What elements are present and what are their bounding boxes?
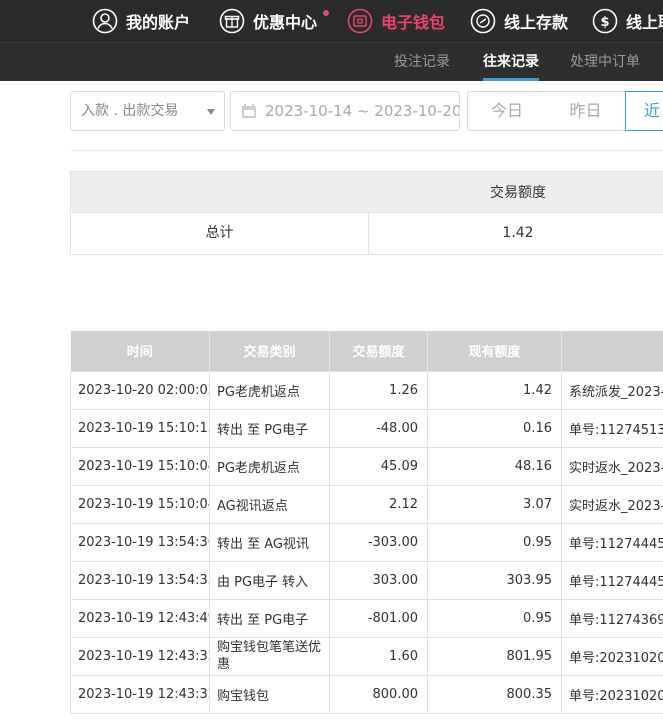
cell-type: PG老虎机返点 xyxy=(209,370,330,410)
cell-balance: 0.16 xyxy=(427,408,562,448)
deposit-icon xyxy=(470,8,496,34)
nav-e-wallet[interactable]: 电子钱包 xyxy=(347,0,445,42)
table-row: 2023-10-19 12:43:32 购宝钱包笔笔送优惠 1.60 801.9… xyxy=(70,636,663,676)
tab-bet-records[interactable]: 投注记录 xyxy=(394,43,450,81)
cell-remark: 系统派发_2023- xyxy=(561,370,663,410)
cell-time: 2023-10-19 12:43:32 xyxy=(70,674,210,714)
cell-amount: 1.26 xyxy=(329,370,428,410)
header-time: 时间 xyxy=(70,331,210,371)
cell-remark: 单号:20231020 xyxy=(561,674,663,714)
nav-e-wallet-label: 电子钱包 xyxy=(381,13,446,32)
nav-my-account-label: 我的账户 xyxy=(126,13,191,32)
table-row: 2023-10-19 12:43:32 购宝钱包 800.00 800.35 单… xyxy=(70,674,663,714)
cell-balance: 1.42 xyxy=(427,370,562,410)
summary-table: 交易额度 总计 1.42 xyxy=(70,171,663,255)
cell-time: 2023-10-19 13:54:36 xyxy=(70,522,210,562)
table-row: 2023-10-19 13:54:36 转出 至 AG视讯 -303.00 0.… xyxy=(70,522,663,562)
cell-amount: 2.12 xyxy=(329,484,428,524)
table-header-row: 时间 交易类别 交易额度 现有额度 xyxy=(70,331,663,371)
cell-amount: -48.00 xyxy=(329,408,428,448)
nav-my-account[interactable]: 我的账户 xyxy=(92,0,190,42)
withdraw-icon: $ xyxy=(592,8,618,34)
cell-balance: 801.95 xyxy=(427,636,562,676)
caret-down-icon xyxy=(207,109,215,115)
cell-type: 转出 至 AG视讯 xyxy=(209,522,330,562)
cell-remark: 单号:11274445 xyxy=(561,522,663,562)
svg-text:$: $ xyxy=(600,15,609,30)
nav-online-deposit[interactable]: 线上存款 xyxy=(470,0,568,42)
cell-remark: 实时返水_2023- xyxy=(561,446,663,486)
cell-time: 2023-10-19 13:54:35 xyxy=(70,560,210,600)
cell-time: 2023-10-19 15:10:04 xyxy=(70,446,210,486)
date-range-value: 2023-10-14 ~ 2023-10-20 xyxy=(265,102,460,120)
header-balance: 现有额度 xyxy=(427,331,562,371)
cell-balance: 0.95 xyxy=(427,522,562,562)
header-type: 交易类别 xyxy=(209,331,330,371)
cell-balance: 800.35 xyxy=(427,674,562,714)
cell-type: 由 PG电子 转入 xyxy=(209,560,330,600)
cell-remark: 单号:11274445 xyxy=(561,560,663,600)
cell-time: 2023-10-19 15:10:13 xyxy=(70,408,210,448)
nav-online-withdraw-label: 线上取 xyxy=(626,13,663,32)
summary-header-label: 交易额度 xyxy=(490,185,546,201)
table-row: 2023-10-19 15:10:04 PG老虎机返点 45.09 48.16 … xyxy=(70,446,663,486)
cell-type: 购宝钱包 xyxy=(209,674,330,714)
nav-promotions-label: 优惠中心 xyxy=(253,13,318,32)
transactions-table: 时间 交易类别 交易额度 现有额度 2023-10-20 02:00:02 PG… xyxy=(70,331,663,714)
tab-transaction-records[interactable]: 往来记录 xyxy=(483,43,539,81)
sub-nav: 投注记录 往来记录 处理中订单 xyxy=(0,42,663,81)
nav-promotions[interactable]: 优惠中心 xyxy=(219,0,317,42)
cell-amount: 45.09 xyxy=(329,446,428,486)
cell-time: 2023-10-19 12:43:32 xyxy=(70,636,210,676)
nav-online-withdraw[interactable]: $ 线上取 xyxy=(592,0,663,42)
cell-type: AG视讯返点 xyxy=(209,484,330,524)
cell-remark: 单号:20231020 xyxy=(561,636,663,676)
cell-time: 2023-10-19 12:43:49 xyxy=(70,598,210,638)
cell-amount: 1.60 xyxy=(329,636,428,676)
divider xyxy=(70,150,663,151)
cell-amount: 800.00 xyxy=(329,674,428,714)
header-remark xyxy=(561,331,663,371)
quick-recent-button[interactable]: 近 xyxy=(625,91,663,131)
cell-balance: 0.95 xyxy=(427,598,562,638)
transaction-type-value: 入款 . 出款交易 xyxy=(81,103,179,119)
table-row: 2023-10-19 12:43:49 转出 至 PG电子 -801.00 0.… xyxy=(70,598,663,638)
cell-remark: 实时返水_2023- xyxy=(561,484,663,524)
user-icon xyxy=(92,8,118,34)
cell-balance: 303.95 xyxy=(427,560,562,600)
summary-total-label: 总计 xyxy=(71,213,369,254)
summary-header: 交易额度 xyxy=(70,171,663,213)
nav-online-deposit-label: 线上存款 xyxy=(504,13,569,32)
wallet-icon xyxy=(347,8,373,34)
gift-icon xyxy=(219,8,245,34)
tab-pending-orders[interactable]: 处理中订单 xyxy=(570,43,640,81)
summary-total-row: 总计 1.42 xyxy=(70,213,663,255)
table-row: 2023-10-19 13:54:35 由 PG电子 转入 303.00 303… xyxy=(70,560,663,600)
summary-total-value: 1.42 xyxy=(502,225,534,241)
cell-amount: -303.00 xyxy=(329,522,428,562)
promotions-badge-dot xyxy=(323,10,329,16)
cell-remark: 单号:11274513 xyxy=(561,408,663,448)
cell-type: 转出 至 PG电子 xyxy=(209,408,330,448)
cell-type: PG老虎机返点 xyxy=(209,446,330,486)
cell-remark: 单号:11274369 xyxy=(561,598,663,638)
calendar-icon xyxy=(242,104,256,118)
header-amount: 交易额度 xyxy=(329,331,428,371)
quick-today-button[interactable]: 今日 xyxy=(467,91,547,131)
quick-yesterday-button[interactable]: 昨日 xyxy=(546,91,626,131)
date-range-input[interactable]: 2023-10-14 ~ 2023-10-20 xyxy=(230,91,460,131)
table-row: 2023-10-20 02:00:02 PG老虎机返点 1.26 1.42 系统… xyxy=(70,370,663,410)
transaction-type-select[interactable]: 入款 . 出款交易 xyxy=(70,91,225,131)
table-row: 2023-10-19 15:10:04 AG视讯返点 2.12 3.07 实时返… xyxy=(70,484,663,524)
table-row: 2023-10-19 15:10:13 转出 至 PG电子 -48.00 0.1… xyxy=(70,408,663,448)
cell-balance: 3.07 xyxy=(427,484,562,524)
cell-amount: 303.00 xyxy=(329,560,428,600)
cell-time: 2023-10-19 15:10:04 xyxy=(70,484,210,524)
cell-type: 转出 至 PG电子 xyxy=(209,598,330,638)
top-nav: 我的账户 优惠中心 电子钱包 线上存款 $ 线上取 xyxy=(0,0,663,42)
cell-type: 购宝钱包笔笔送优惠 xyxy=(209,636,330,676)
cell-amount: -801.00 xyxy=(329,598,428,638)
cell-time: 2023-10-20 02:00:02 xyxy=(70,370,210,410)
cell-balance: 48.16 xyxy=(427,446,562,486)
